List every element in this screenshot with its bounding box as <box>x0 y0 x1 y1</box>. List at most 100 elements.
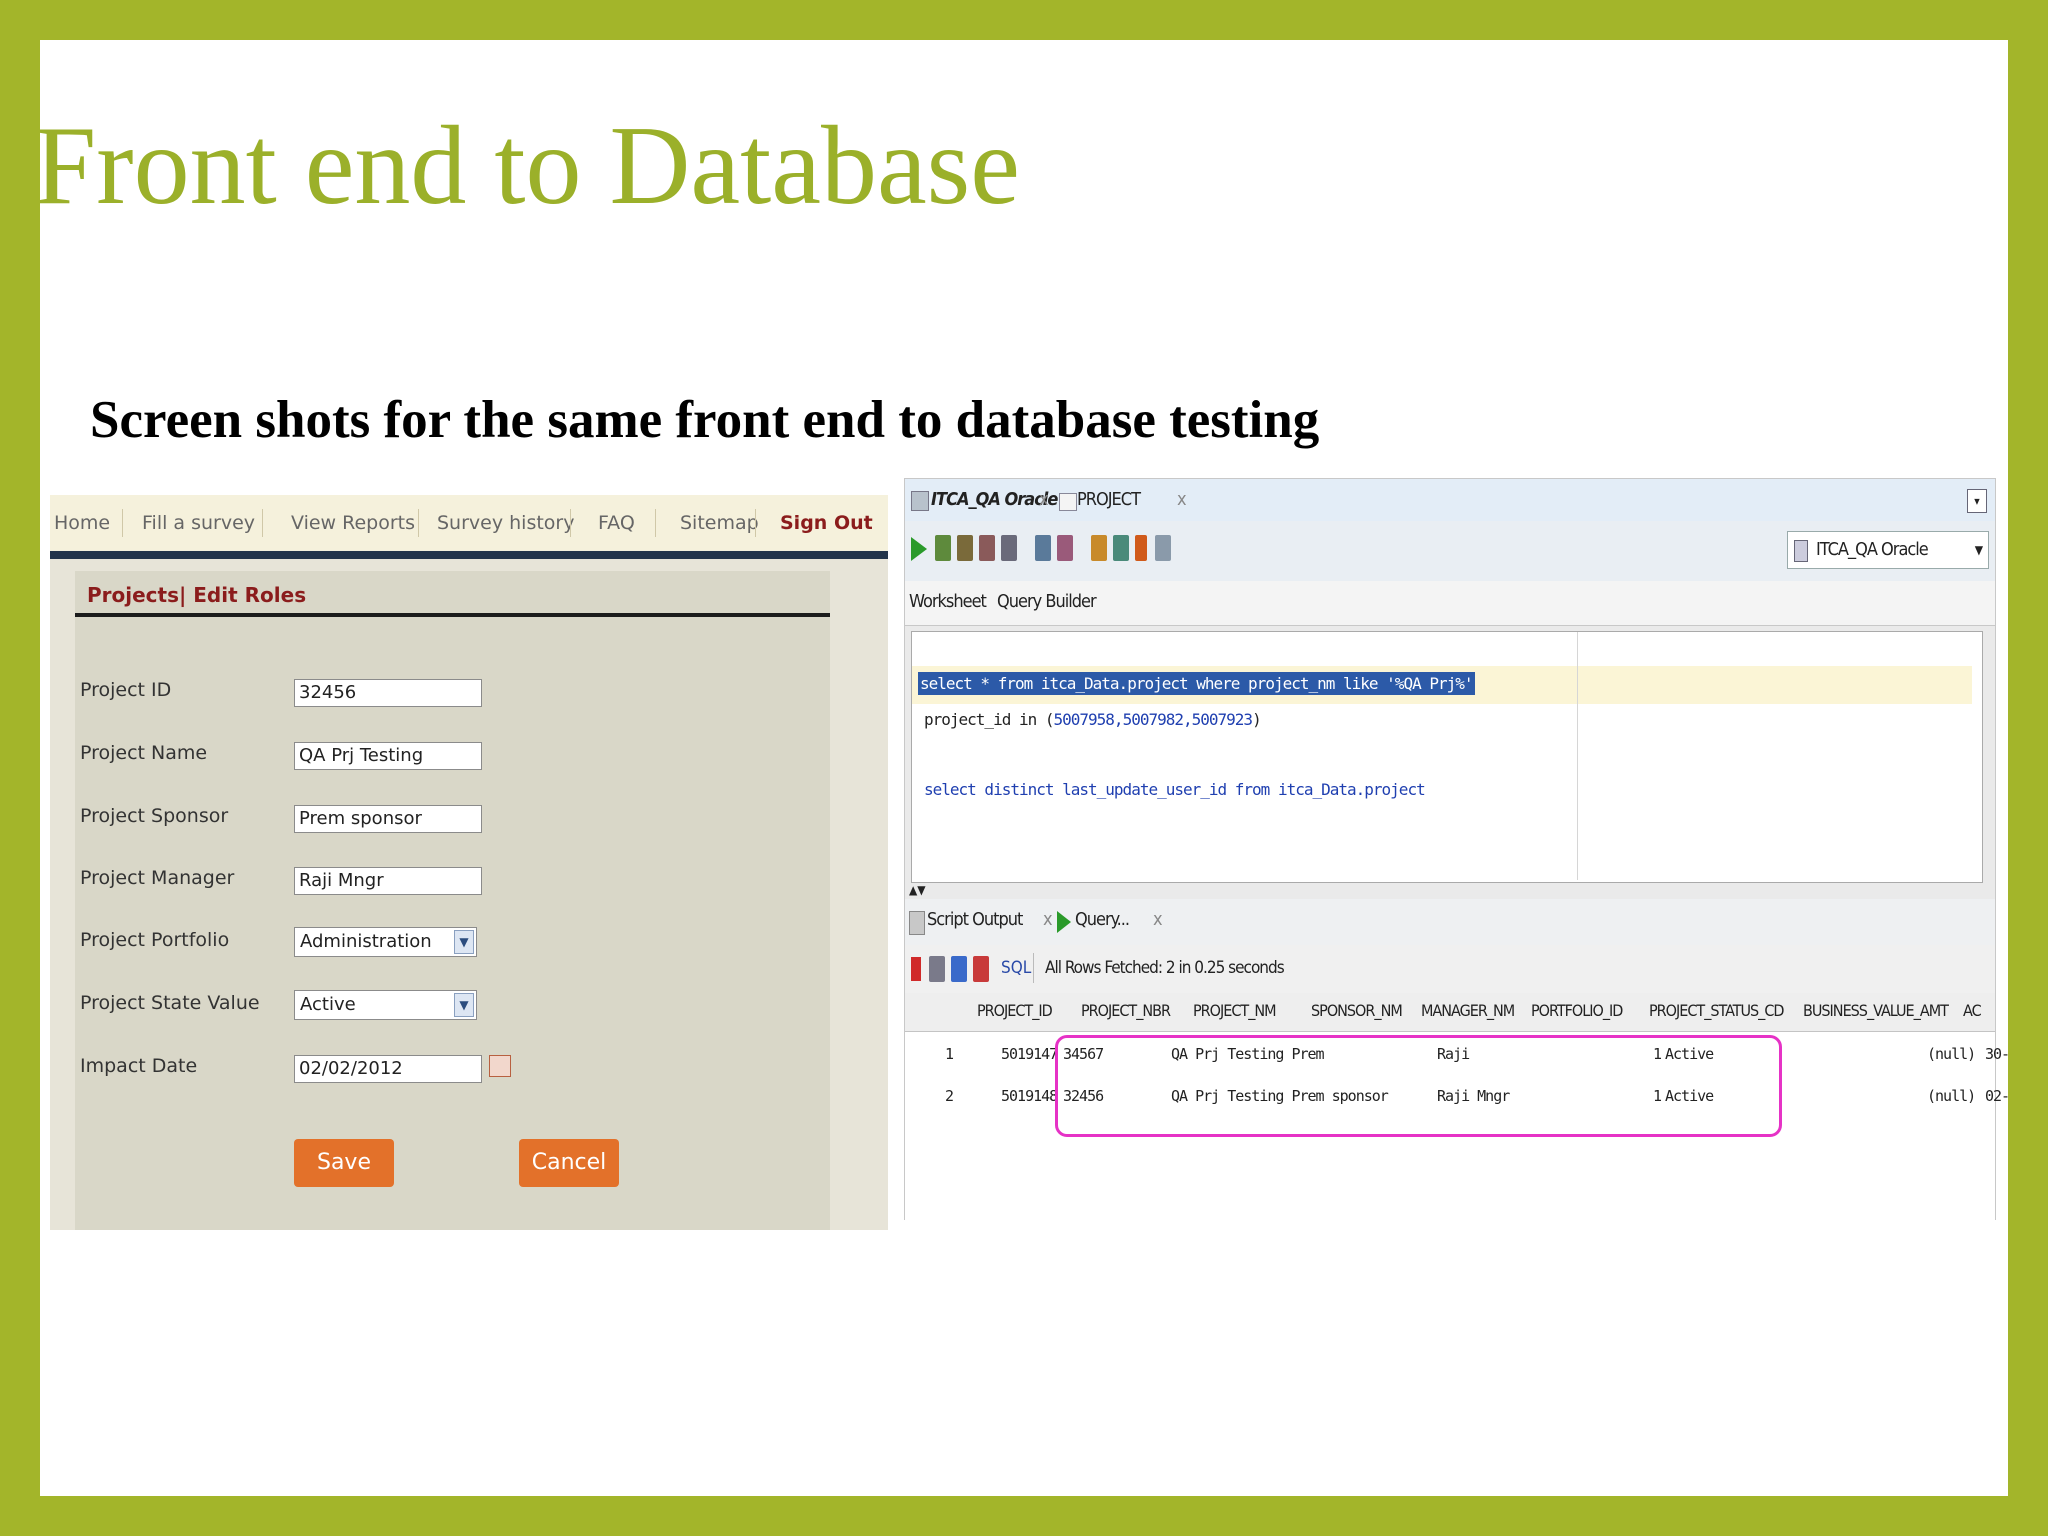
autotrace-icon[interactable] <box>1035 535 1051 561</box>
project-state-select[interactable]: Active ▼ <box>294 990 477 1020</box>
edit-project-form: Projects| Edit Roles Project ID 32456 Pr… <box>75 571 830 1230</box>
split-handle-icon[interactable]: ▲▼ <box>909 883 926 897</box>
tab-query-result[interactable]: Query... <box>1075 909 1130 930</box>
chevron-down-icon[interactable]: ▼ <box>454 930 474 954</box>
commit-icon[interactable] <box>957 535 973 561</box>
right-margin-line <box>1577 632 1578 880</box>
cell-project-id[interactable]: 5019147 <box>1001 1045 1058 1063</box>
format-icon[interactable] <box>1113 535 1129 561</box>
nav-sitemap[interactable]: Sitemap <box>680 495 759 551</box>
slide: Front end to Database Screen shots for t… <box>40 40 2008 1496</box>
history-icon[interactable] <box>1091 535 1107 561</box>
rollback-icon[interactable] <box>979 535 995 561</box>
form-heading-rule <box>75 613 830 617</box>
project-sponsor-input[interactable]: Prem sponsor <box>294 805 482 833</box>
connection-select-value: ITCA_QA Oracle <box>1816 539 1929 560</box>
column-header[interactable]: BUSINESS_VALUE_AMT <box>1803 1001 1949 1020</box>
column-header[interactable]: PORTFOLIO_ID <box>1531 1001 1623 1020</box>
nav-separator <box>570 509 571 537</box>
worksheet-subtabs: Worksheet Query Builder <box>905 581 1995 626</box>
nav-underline <box>50 551 888 559</box>
project-portfolio-select[interactable]: Administration ▼ <box>294 927 477 957</box>
column-header[interactable]: MANAGER_NM <box>1421 1001 1515 1020</box>
form-actions: Save Cancel <box>75 1139 830 1189</box>
run-script-icon[interactable] <box>935 535 951 561</box>
sql-developer-screenshot: ITCA_QA Oracle x PROJECT x ▾ ITCA_QA Ora… <box>904 478 2008 1221</box>
project-manager-input[interactable]: Raji Mngr <box>294 867 482 895</box>
refresh-icon[interactable] <box>929 956 945 982</box>
close-icon[interactable]: x <box>1043 909 1053 930</box>
nav-separator <box>755 509 756 537</box>
edit-pencil-icon[interactable] <box>1135 535 1147 561</box>
column-header[interactable]: PROJECT_NBR <box>1081 1001 1171 1020</box>
column-header[interactable]: PROJECT_STATUS_CD <box>1649 1001 1784 1020</box>
cell-project-id[interactable]: 5019148 <box>1001 1087 1058 1105</box>
top-nav: Home Fill a survey View Reports Survey h… <box>50 495 888 551</box>
result-toolbar: SQL All Rows Fetched: 2 in 0.25 seconds <box>905 945 1995 993</box>
project-id-input[interactable]: 32456 <box>294 679 482 707</box>
sql-editor[interactable]: select * from itca_Data.project where pr… <box>911 631 1983 883</box>
table-icon <box>1059 493 1077 511</box>
worksheet-toolbar: ITCA_QA Oracle ▼ <box>905 521 1995 582</box>
tab-project[interactable]: PROJECT <box>1077 485 1141 515</box>
project-name-label: Project Name <box>80 742 208 764</box>
web-app-screenshot: Home Fill a survey View Reports Survey h… <box>50 495 888 1230</box>
export-icon[interactable] <box>951 956 967 982</box>
cell-business-value[interactable]: (null) <box>1927 1045 1976 1063</box>
nav-separator <box>262 509 263 537</box>
close-icon[interactable]: x <box>1039 485 1049 515</box>
pin-icon[interactable] <box>911 957 921 981</box>
column-header[interactable]: SPONSOR_NM <box>1311 1001 1403 1020</box>
explain-plan-icon[interactable] <box>1001 535 1017 561</box>
calendar-icon[interactable] <box>489 1055 511 1077</box>
sql-line-3[interactable]: select distinct last_update_user_id from… <box>924 780 1426 799</box>
project-portfolio-label: Project Portfolio <box>80 929 230 951</box>
nav-sign-out[interactable]: Sign Out <box>780 495 873 551</box>
sql-line-2[interactable]: project_id in (5007958,5007982,5007923) <box>924 710 1262 729</box>
nav-home[interactable]: Home <box>54 495 110 551</box>
column-header[interactable]: PROJECT_ID <box>977 1001 1053 1020</box>
clear-icon[interactable] <box>1057 535 1073 561</box>
query-result-icon <box>1057 911 1071 933</box>
sql-line-1[interactable]: select * from itca_Data.project where pr… <box>918 672 1475 695</box>
close-icon[interactable]: x <box>1153 909 1163 930</box>
sql-line-2-end: ) <box>1252 710 1262 729</box>
project-portfolio-value: Administration <box>300 931 432 952</box>
nav-fill-survey[interactable]: Fill a survey <box>142 495 255 551</box>
sql-tuning-icon[interactable] <box>1155 535 1171 561</box>
cell-business-value[interactable]: (null) <box>1927 1087 1976 1105</box>
nav-separator <box>122 509 123 537</box>
row-number: 1 <box>945 1045 954 1063</box>
column-header[interactable]: AC <box>1963 1001 1982 1020</box>
tab-list-dropdown-icon[interactable]: ▾ <box>1967 489 1987 513</box>
project-name-input[interactable]: QA Prj Testing <box>294 742 482 770</box>
cell-ac[interactable]: 02-FE <box>1985 1087 2008 1105</box>
database-icon <box>911 491 929 511</box>
project-id-label: Project ID <box>80 679 172 701</box>
connection-select[interactable]: ITCA_QA Oracle ▼ <box>1787 531 1989 569</box>
run-statement-icon[interactable] <box>911 537 927 561</box>
chevron-down-icon[interactable]: ▼ <box>1975 532 1983 568</box>
slide-subtitle: Screen shots for the same front end to d… <box>90 391 1320 449</box>
project-state-label: Project State Value <box>80 992 260 1014</box>
result-highlight-box <box>1055 1035 1782 1137</box>
nav-faq[interactable]: FAQ <box>598 495 635 551</box>
toolbar-separator <box>1033 953 1034 983</box>
sql-link[interactable]: SQL <box>1001 958 1031 978</box>
sql-line-2-values: 5007958,5007982,5007923 <box>1053 710 1254 729</box>
tab-worksheet[interactable]: Worksheet <box>909 591 987 612</box>
nav-survey-history[interactable]: Survey history <box>437 495 574 551</box>
nav-view-reports[interactable]: View Reports <box>291 495 415 551</box>
chevron-down-icon[interactable]: ▼ <box>454 993 474 1017</box>
tab-script-output[interactable]: Script Output <box>927 909 1023 930</box>
slide-title: Front end to Database <box>40 104 1020 228</box>
save-button[interactable]: Save <box>294 1139 394 1187</box>
impact-date-input[interactable]: 02/02/2012 <box>294 1055 482 1083</box>
cell-ac[interactable]: 30-JA <box>1985 1045 2008 1063</box>
cancel-button[interactable]: Cancel <box>519 1139 619 1187</box>
freeze-view-icon[interactable] <box>973 956 989 982</box>
column-header[interactable]: PROJECT_NM <box>1193 1001 1277 1020</box>
close-icon[interactable]: x <box>1177 485 1187 515</box>
tab-query-builder[interactable]: Query Builder <box>997 591 1097 612</box>
sql-selected-statement: select * from itca_Data.project where pr… <box>918 672 1475 695</box>
